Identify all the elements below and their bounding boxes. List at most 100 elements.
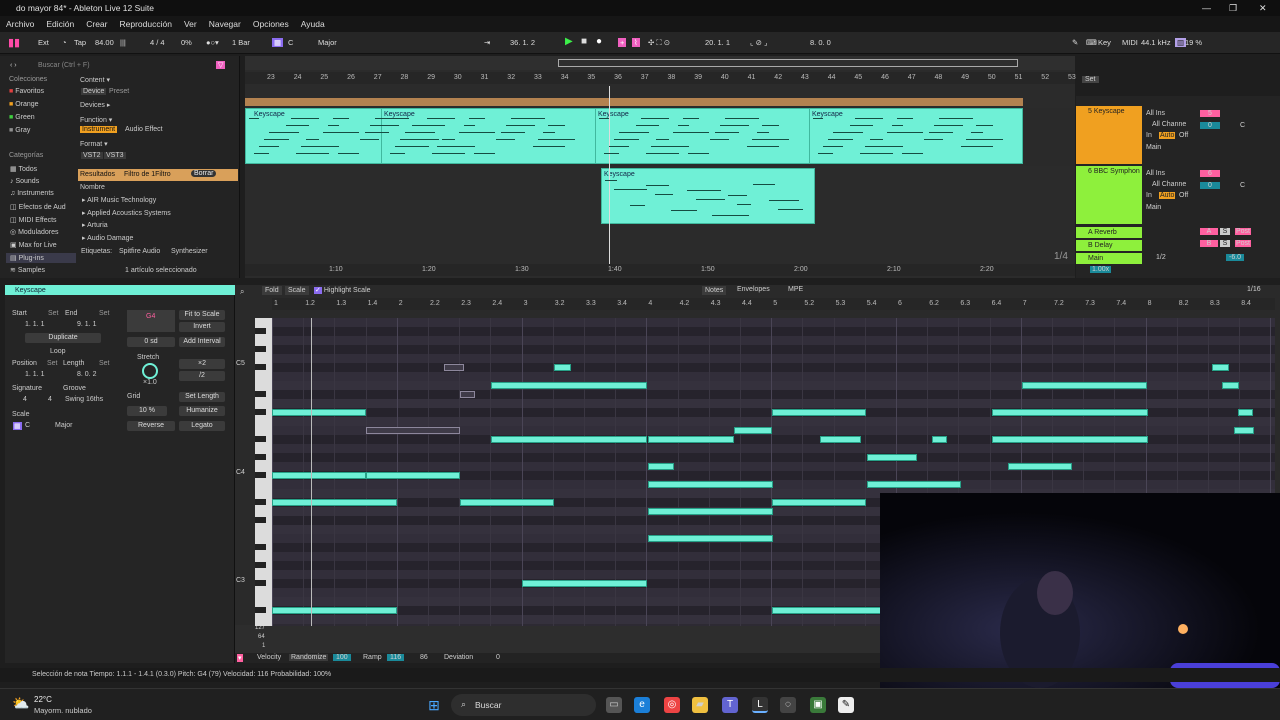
midi-note[interactable] <box>1234 427 1254 434</box>
midi-note[interactable] <box>460 499 554 506</box>
end-field[interactable]: 9. 1. 1 <box>77 321 96 328</box>
midi-note[interactable] <box>272 409 366 416</box>
position-field[interactable]: 36. 1. 2 <box>510 38 535 47</box>
menu-archivo[interactable]: Archivo <box>6 16 34 32</box>
pan-field[interactable]: C <box>1240 122 1245 129</box>
midi-note[interactable] <box>772 499 866 506</box>
loop-length-field[interactable]: 8. 0. 0 <box>810 38 831 47</box>
set-button[interactable]: Set <box>1082 76 1099 83</box>
quantize-ratio[interactable]: 1/4 <box>1054 251 1068 262</box>
return-letter[interactable]: A <box>1200 228 1218 235</box>
note-display[interactable]: G4 <box>127 310 175 332</box>
black-key[interactable] <box>255 409 266 415</box>
midi-note[interactable] <box>1022 382 1147 389</box>
end-set-button[interactable]: Set <box>99 310 110 317</box>
tag-synthesizer[interactable]: Synthesizer <box>171 248 208 255</box>
edge-icon[interactable]: e <box>634 697 650 713</box>
category-midi-effects[interactable]: ◫ MIDI Effects <box>10 216 57 224</box>
reverse-button[interactable]: Reverse <box>127 421 175 431</box>
track-head-bbc[interactable]: 6 BBC Symphon <box>1076 166 1142 224</box>
midi-note[interactable] <box>772 409 866 416</box>
black-key[interactable] <box>255 607 266 613</box>
piano-keys[interactable] <box>255 318 272 626</box>
midi-note[interactable] <box>992 409 1148 416</box>
play-icon[interactable]: ▶ <box>565 36 573 47</box>
link-icon[interactable]: ▮▮ <box>8 36 20 49</box>
midi-note[interactable] <box>932 436 947 443</box>
midi-note[interactable] <box>491 436 647 443</box>
clip-key-select[interactable]: C <box>25 422 30 429</box>
audio-effect-chip[interactable]: Audio Effect <box>125 126 163 133</box>
midi-note[interactable] <box>366 472 460 479</box>
channel-select[interactable]: All Channe <box>1152 121 1186 128</box>
volume-field[interactable]: 0 <box>1200 122 1220 129</box>
ramp-start[interactable]: 116 <box>387 654 405 661</box>
menu-ayuda[interactable]: Ayuda <box>301 16 325 32</box>
midi-note[interactable] <box>648 508 773 515</box>
main-volume[interactable]: -6.0 <box>1226 254 1245 261</box>
midi-note[interactable] <box>867 454 917 461</box>
midi-note[interactable] <box>1222 382 1239 389</box>
instrument-chip[interactable]: Instrument <box>80 126 118 133</box>
category-samples[interactable]: ≋ Samples <box>10 266 45 274</box>
tap-button[interactable]: Tap <box>74 38 86 47</box>
midi-note[interactable] <box>272 499 397 506</box>
groove-percent[interactable]: 0% <box>181 38 192 47</box>
clip[interactable]: Keyscape <box>245 108 383 164</box>
menu-edicion[interactable]: Edición <box>46 16 74 32</box>
velocity-toggle-icon[interactable]: ▾ <box>237 654 243 662</box>
start-set-button[interactable]: Set <box>48 310 59 317</box>
input-select[interactable]: All Ins <box>1146 170 1165 177</box>
post-toggle[interactable]: Post <box>1235 240 1252 247</box>
scale-mode-icon[interactable]: ▦ <box>272 38 284 47</box>
app-icon[interactable]: ▣ <box>810 697 826 713</box>
back-icon[interactable]: ‹ › <box>10 62 17 69</box>
midi-note[interactable] <box>648 481 773 488</box>
reenable-icon[interactable]: ✣ ⛶ ⊙ <box>648 38 670 48</box>
menu-reproduccion[interactable]: Reproducción <box>120 16 172 32</box>
black-key[interactable] <box>255 544 266 550</box>
overview-window[interactable] <box>558 59 1018 67</box>
tab-notes[interactable]: Notes <box>702 286 727 295</box>
scale-toggle-icon[interactable]: ▦ <box>13 422 22 430</box>
return-track-reverb[interactable]: A Reverb <box>1076 227 1142 238</box>
ext-button[interactable]: Ext <box>38 38 49 47</box>
key-select[interactable]: C <box>288 38 293 47</box>
clear-button[interactable]: Borrar <box>191 170 217 177</box>
chrome-icon[interactable]: ◎ <box>664 697 680 713</box>
time-ruler[interactable]: 1:10 1:20 1:30 1:40 1:50 2:00 2:10 2:20 <box>245 264 1075 276</box>
browser-search-input[interactable]: Buscar (Ctrl + F) <box>38 62 90 69</box>
input-select[interactable]: All Ins <box>1146 110 1165 117</box>
humanize-amount[interactable]: 10 % <box>127 406 167 416</box>
midi-note[interactable] <box>491 382 647 389</box>
black-key[interactable] <box>255 346 266 352</box>
black-key[interactable] <box>255 517 266 523</box>
main-ratio[interactable]: 1/2 <box>1156 254 1166 261</box>
nudge-icon[interactable]: ||| <box>120 38 126 47</box>
loop-brace[interactable] <box>245 86 1075 106</box>
pan-field[interactable]: C <box>1240 182 1245 189</box>
vendor-item[interactable]: ▸ Applied Acoustics Systems <box>82 209 171 217</box>
signature-denominator[interactable]: 4 <box>48 396 52 403</box>
app-icon[interactable]: ◌ <box>780 697 796 713</box>
double-button[interactable]: ×2 <box>179 359 225 369</box>
midi-note[interactable] <box>1212 364 1229 371</box>
category-sounds[interactable]: ♪ Sounds <box>10 178 39 185</box>
ramp-end[interactable]: 86 <box>420 654 428 661</box>
fold-button[interactable]: Fold <box>262 286 282 295</box>
overdub-icon[interactable]: + <box>618 38 627 47</box>
return-track-delay[interactable]: B Delay <box>1076 240 1142 251</box>
loop-start-field[interactable]: 20. 1. 1 <box>705 38 730 47</box>
taskbar-search[interactable]: ⌕ Buscar <box>451 694 596 716</box>
computer-keyboard-icon[interactable]: ⌨ <box>1086 38 1097 47</box>
close-icon[interactable]: ✕ <box>1259 0 1267 16</box>
category-audio-effects[interactable]: ◫ Efectos de Aud <box>10 203 66 211</box>
black-key[interactable] <box>255 454 266 460</box>
midi-note[interactable] <box>272 607 397 614</box>
channel-select[interactable]: All Channe <box>1152 181 1186 188</box>
menu-crear[interactable]: Crear <box>86 16 107 32</box>
category-todos[interactable]: ▦ Todos <box>10 165 37 173</box>
collection-green[interactable]: ■ Green <box>9 114 35 121</box>
groove-select[interactable]: Swing 16ths <box>65 396 103 403</box>
tag-spitfire[interactable]: Spitfire Audio <box>119 248 160 255</box>
